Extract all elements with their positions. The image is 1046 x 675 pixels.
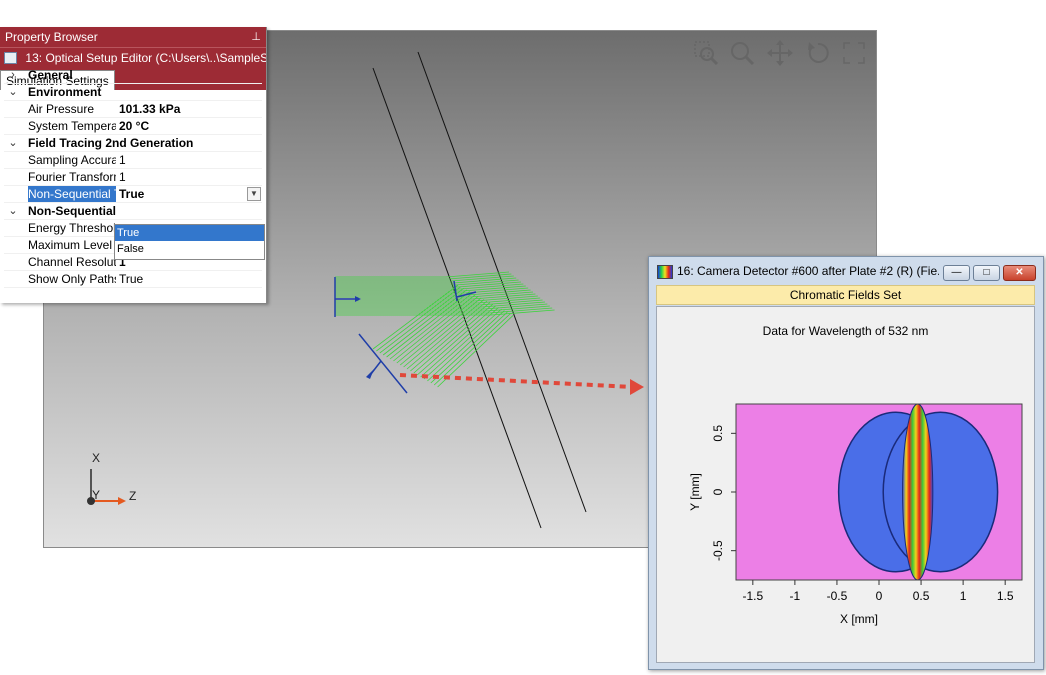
category-label: Environment <box>28 85 102 99</box>
y-tick-label: -0.5 <box>711 540 725 561</box>
property-name: Air Pressure <box>28 102 95 116</box>
x-axis-label: X [mm] <box>840 612 878 626</box>
zoom-icon[interactable] <box>728 39 756 67</box>
collapse-icon[interactable]: ⌄ <box>6 84 20 100</box>
property-name: System Temperature <box>28 119 116 133</box>
property-row[interactable]: Air Pressure 101.33 kPa <box>4 101 262 118</box>
axis-z-label: Z <box>129 489 137 503</box>
property-value[interactable]: 1 <box>119 152 126 168</box>
property-browser-title: Property Browser <box>5 30 98 44</box>
close-button[interactable]: ✕ <box>1003 265 1036 281</box>
ray-bundle <box>335 271 555 388</box>
zoom-window-icon[interactable] <box>692 39 720 67</box>
detector-window-titlebar[interactable]: 16: Camera Detector #600 after Plate #2 … <box>649 257 1043 285</box>
property-name: Energy Threshold <box>28 221 116 235</box>
axis-y-label: Y <box>92 488 101 502</box>
property-name: Channel Resolution <box>28 255 116 269</box>
camera-detector-window: 16: Camera Detector #600 after Plate #2 … <box>648 256 1044 670</box>
heatmap-field <box>837 404 999 580</box>
property-row[interactable]: Show Only Paths True <box>4 271 262 288</box>
y-tick-label: 0 <box>711 488 725 495</box>
property-value[interactable]: 101.33 kPa <box>119 101 180 117</box>
property-category[interactable]: ⌄ Non-Sequential <box>4 203 262 220</box>
property-name: Non-Sequential Tracing <box>28 186 116 202</box>
field-icon <box>657 265 673 279</box>
x-tick-label: -0.5 <box>827 589 848 603</box>
property-name: Maximum Level <box>28 238 113 252</box>
maximize-button[interactable]: □ <box>973 265 1000 281</box>
dropdown-option-true[interactable]: True <box>115 225 264 241</box>
field-circle <box>882 411 999 573</box>
plate-2[interactable] <box>417 51 587 513</box>
category-label: Non-Sequential <box>28 204 117 218</box>
field-plot[interactable]: -1.5 -1 -0.5 0 0.5 1 1.5 -0.5 0 0.5 X [mm] Y [mm] <box>657 307 1034 662</box>
camera-detector[interactable] <box>358 333 408 394</box>
document-icon <box>4 52 18 64</box>
property-value[interactable]: 20 °C <box>119 118 149 134</box>
category-label: General <box>28 68 73 82</box>
property-category[interactable]: › General <box>4 67 262 84</box>
property-category[interactable]: ⌄ Field Tracing 2nd Generation <box>4 135 262 152</box>
pan-icon[interactable] <box>766 39 794 67</box>
detector-window-title: 16: Camera Detector #600 after Plate #2 … <box>677 264 939 278</box>
plot-area: Data for Wavelength of 532 nm -1.5 -1 -0.5… <box>656 306 1035 663</box>
chromatic-fields-set-label: Chromatic Fields Set <box>656 285 1035 305</box>
property-row[interactable]: System Temperature20 °C <box>4 118 262 135</box>
property-browser-titlebar[interactable]: Property Browser ⊥ <box>0 27 266 47</box>
collapse-icon[interactable]: ⌄ <box>6 203 20 219</box>
axis-x-label: X <box>92 451 101 465</box>
property-name: Fourier Transform <box>28 170 116 184</box>
annotation-arrow <box>399 373 644 395</box>
dropdown-arrow-icon[interactable]: ▼ <box>247 187 261 201</box>
x-tick-label: 1.5 <box>997 589 1014 603</box>
x-tick-label: 1 <box>960 589 967 603</box>
rotate-icon[interactable] <box>804 39 832 67</box>
minimize-button[interactable]: — <box>943 265 970 281</box>
property-name: Sampling Accuracy <box>28 153 116 167</box>
property-row[interactable]: Sampling Accuracy1 <box>4 152 262 169</box>
fit-view-icon[interactable] <box>840 39 868 67</box>
value-dropdown-list[interactable]: True False <box>114 224 265 260</box>
interference-fringes <box>902 404 934 580</box>
property-row[interactable]: Fourier Transform 1 <box>4 169 262 186</box>
document-selector[interactable]: 13: Optical Setup Editor (C:\Users\..\Sa… <box>0 47 266 68</box>
collapse-icon[interactable]: ⌄ <box>6 135 20 151</box>
category-label: Field Tracing 2nd Generation <box>28 136 194 150</box>
x-tick-label: -1 <box>790 589 801 603</box>
expand-icon[interactable]: › <box>6 67 20 83</box>
document-label: 13: Optical Setup Editor (C:\Users\..\Sa… <box>25 51 266 65</box>
pin-icon[interactable]: ⊥ <box>251 27 261 47</box>
x-tick-label: -1.5 <box>742 589 763 603</box>
y-axis-label: Y [mm] <box>688 473 702 511</box>
property-value[interactable]: True <box>119 271 143 287</box>
property-row[interactable]: Non-Sequential TracingTrue ▼ <box>4 186 262 203</box>
property-value[interactable]: 1 <box>119 169 126 185</box>
x-tick-label: 0 <box>876 589 883 603</box>
dropdown-option-false[interactable]: False <box>115 241 264 257</box>
property-value[interactable]: True <box>119 186 144 202</box>
x-tick-label: 0.5 <box>913 589 930 603</box>
property-name: Show Only Paths <box>28 272 116 286</box>
y-tick-label: 0.5 <box>711 425 725 442</box>
property-category[interactable]: ⌄ Environment <box>4 84 262 101</box>
